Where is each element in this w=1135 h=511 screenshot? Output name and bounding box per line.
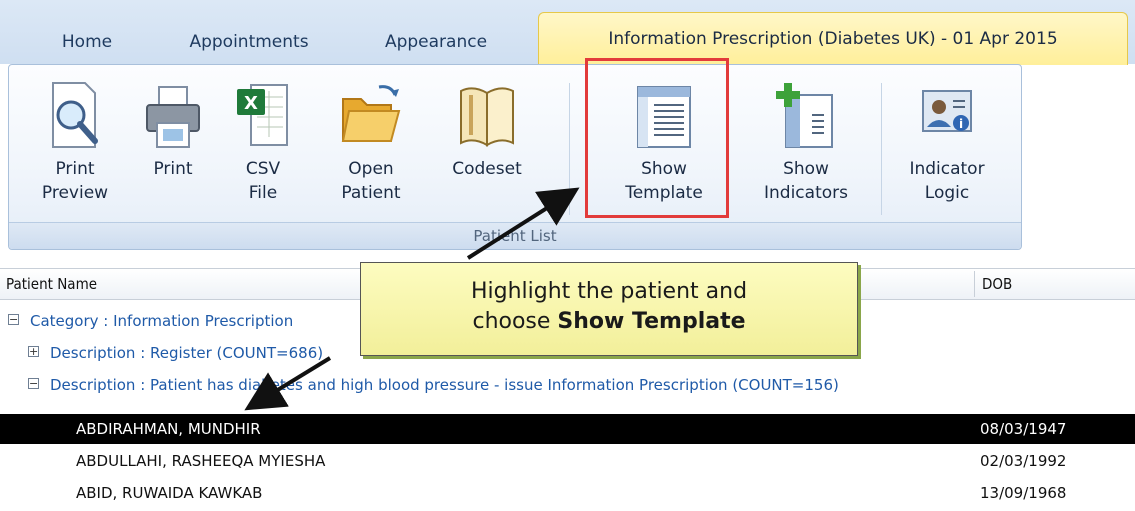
column-header-dob[interactable]: DOB bbox=[976, 269, 1012, 299]
callout-line-2: choose Show Template bbox=[361, 307, 857, 337]
description-row-label: Description : Patient has diabetes and h… bbox=[50, 376, 839, 394]
category-row-label: Category : Information Prescription bbox=[30, 312, 294, 330]
callout-emphasis: Show Template bbox=[557, 309, 746, 334]
callout-line-2-prefix: choose bbox=[472, 309, 558, 334]
patient-dob: 02/03/1992 bbox=[980, 452, 1067, 470]
excel-icon: X bbox=[233, 81, 293, 157]
collapse-icon[interactable]: − bbox=[28, 378, 39, 389]
folder-open-icon bbox=[339, 81, 403, 157]
tab-appointments[interactable]: Appointments bbox=[158, 22, 340, 62]
open-patient-button[interactable]: Open Patient bbox=[323, 75, 419, 221]
magnifier-icon bbox=[45, 81, 105, 157]
print-preview-button[interactable]: Print Preview bbox=[27, 75, 123, 221]
tab-home[interactable]: Home bbox=[28, 22, 146, 62]
codeset-button[interactable]: Codeset bbox=[435, 75, 539, 221]
codeset-label: Codeset bbox=[452, 159, 522, 179]
tab-appearance[interactable]: Appearance bbox=[356, 22, 516, 62]
ribbon-separator bbox=[881, 83, 882, 215]
description-row[interactable]: − Description : Patient has diabetes and… bbox=[0, 370, 1135, 400]
csv-file-button[interactable]: X CSV File bbox=[223, 75, 303, 221]
show-indicators-label: Show Indicators bbox=[764, 159, 848, 203]
indicator-logic-icon: i bbox=[915, 81, 979, 157]
collapse-icon[interactable]: − bbox=[8, 314, 19, 325]
callout-line-1: Highlight the patient and bbox=[470, 279, 748, 304]
print-preview-label: Print Preview bbox=[41, 159, 109, 203]
column-separator[interactable] bbox=[974, 271, 975, 297]
patient-dob: 08/03/1947 bbox=[980, 420, 1067, 438]
print-label: Print bbox=[153, 159, 193, 179]
csv-file-label: CSV File bbox=[245, 159, 281, 203]
patient-name: ABID, RUWAIDA KAWKAB bbox=[76, 484, 263, 502]
table-row[interactable]: ABDIRAHMAN, MUNDHIR 08/03/1947 bbox=[0, 414, 1135, 444]
expand-icon[interactable]: + bbox=[28, 346, 39, 357]
book-icon bbox=[455, 81, 519, 157]
table-row[interactable]: ABDULLAHI, RASHEEQA MYIESHA 02/03/1992 bbox=[0, 446, 1135, 476]
register-row-label: Description : Register (COUNT=686) bbox=[50, 344, 324, 362]
ribbon-separator bbox=[569, 83, 570, 215]
indicator-logic-button[interactable]: i Indicator Logic bbox=[895, 75, 999, 221]
show-indicators-button[interactable]: Show Indicators bbox=[751, 75, 861, 221]
ribbon-panel: Print Preview Print X CSV File Open Pati… bbox=[8, 64, 1022, 250]
column-header-patient-name[interactable]: Patient Name bbox=[0, 269, 97, 299]
svg-text:i: i bbox=[959, 117, 963, 131]
ribbon-group-label: Patient List bbox=[9, 222, 1021, 249]
indicator-logic-label: Indicator Logic bbox=[909, 159, 985, 203]
svg-text:X: X bbox=[244, 93, 258, 114]
patient-dob: 13/09/1968 bbox=[980, 484, 1067, 502]
open-patient-label: Open Patient bbox=[341, 159, 401, 203]
instruction-callout: Highlight the patient and choose Show Te… bbox=[360, 262, 858, 356]
patient-name: ABDIRAHMAN, MUNDHIR bbox=[76, 420, 261, 438]
patient-name: ABDULLAHI, RASHEEQA MYIESHA bbox=[76, 452, 326, 470]
show-template-highlight bbox=[585, 58, 729, 218]
printer-icon bbox=[143, 81, 203, 157]
print-button[interactable]: Print bbox=[133, 75, 213, 221]
ribbon-tab-bar: Home Appointments Appearance Information… bbox=[0, 0, 1135, 65]
add-indicator-icon bbox=[774, 81, 838, 157]
table-row[interactable]: ABID, RUWAIDA KAWKAB 13/09/1968 bbox=[0, 478, 1135, 508]
